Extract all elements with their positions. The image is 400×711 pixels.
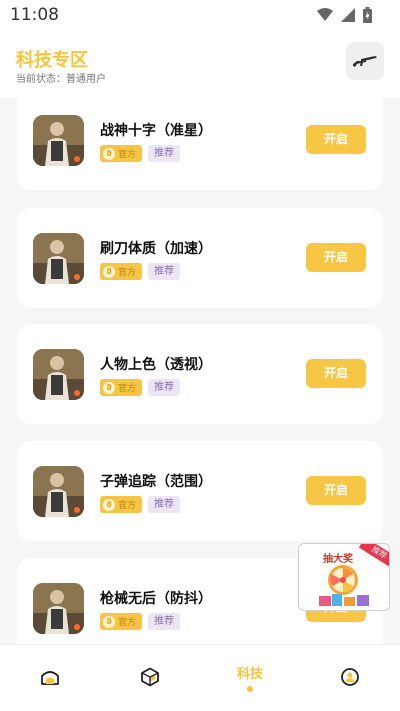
- nav-profile[interactable]: [300, 645, 400, 711]
- nav-discover[interactable]: [100, 645, 200, 711]
- item-tags: ϑ 官方 推荐: [100, 263, 181, 280]
- game-thumbnail: [33, 466, 84, 517]
- item-tags: ϑ 官方 推荐: [100, 613, 181, 630]
- official-tag-label: 官方: [118, 268, 137, 278]
- lucky-draw-widget[interactable]: 抽大奖 推荐: [298, 543, 390, 611]
- item-title: 子弹追踪（范围）: [100, 474, 212, 490]
- nav-home[interactable]: [0, 645, 100, 711]
- page-title: 科技专区: [16, 50, 88, 71]
- official-icon: ϑ: [103, 265, 115, 278]
- cube-icon: [141, 667, 159, 687]
- bottom-nav: 科技: [0, 644, 400, 711]
- official-tag: ϑ 官方: [100, 379, 143, 396]
- official-tag-label: 官方: [118, 501, 137, 511]
- home-icon: [41, 671, 59, 685]
- status-bar: 11:08: [0, 0, 400, 30]
- game-thumbnail: [33, 583, 84, 634]
- clock: 11:08: [10, 5, 59, 25]
- official-tag-label: 官方: [118, 384, 137, 394]
- list-item: 子弹追踪（范围） ϑ 官方 推荐 开启: [17, 441, 383, 541]
- game-thumbnail: [33, 115, 84, 166]
- official-tag: ϑ 官方: [100, 145, 143, 162]
- recommend-tag: 推荐: [148, 145, 181, 162]
- weapon-button[interactable]: [346, 42, 384, 80]
- official-icon: ϑ: [103, 381, 115, 394]
- active-indicator: [247, 686, 253, 692]
- enable-button[interactable]: 开启: [306, 125, 366, 154]
- game-thumbnail: [33, 233, 84, 284]
- page-header: 科技专区 当前状态：普通用户: [0, 30, 400, 98]
- nav-tech[interactable]: 科技: [200, 645, 300, 711]
- official-icon: ϑ: [103, 615, 115, 628]
- enable-button[interactable]: 开启: [306, 359, 366, 388]
- official-tag-label: 官方: [118, 150, 137, 160]
- wifi-icon: [317, 8, 333, 21]
- list-item: 人物上色（透视） ϑ 官方 推荐 开启: [17, 324, 383, 424]
- recommend-tag: 推荐: [148, 613, 181, 630]
- official-icon: ϑ: [103, 147, 115, 160]
- item-title: 人物上色（透视）: [100, 357, 212, 373]
- signal-icon: [341, 8, 355, 22]
- item-title: 枪械无后（防抖）: [100, 591, 212, 607]
- item-tags: ϑ 官方 推荐: [100, 496, 181, 513]
- item-title: 战神十字（准星）: [100, 123, 212, 139]
- prize-wheel-icon: [319, 565, 369, 606]
- official-tag-label: 官方: [118, 618, 137, 628]
- user-status: 当前状态：普通用户: [16, 70, 106, 85]
- official-tag: ϑ 官方: [100, 496, 143, 513]
- item-tags: ϑ 官方 推荐: [100, 379, 181, 396]
- item-title: 刷刀体质（加速）: [100, 241, 212, 257]
- user-status-value: 普通用户: [66, 74, 106, 85]
- official-icon: ϑ: [103, 498, 115, 511]
- profile-icon: [341, 668, 359, 686]
- battery-icon: [363, 7, 372, 23]
- item-tags: ϑ 官方 推荐: [100, 145, 181, 162]
- official-tag: ϑ 官方: [100, 613, 143, 630]
- list-item: 战神十字（准星） ϑ 官方 推荐 开启: [17, 98, 383, 190]
- official-tag: ϑ 官方: [100, 263, 143, 280]
- list-item: 刷刀体质（加速） ϑ 官方 推荐 开启: [17, 208, 383, 308]
- game-thumbnail: [33, 349, 84, 400]
- recommend-tag: 推荐: [148, 379, 181, 396]
- nav-tech-label: 科技: [236, 667, 263, 682]
- system-icons: [317, 7, 372, 23]
- enable-button[interactable]: 开启: [306, 243, 366, 272]
- recommend-tag: 推荐: [148, 496, 181, 513]
- recommend-tag: 推荐: [148, 263, 181, 280]
- user-status-label: 当前状态：: [16, 74, 66, 85]
- enable-button[interactable]: 开启: [306, 476, 366, 505]
- rifle-icon: [353, 56, 377, 67]
